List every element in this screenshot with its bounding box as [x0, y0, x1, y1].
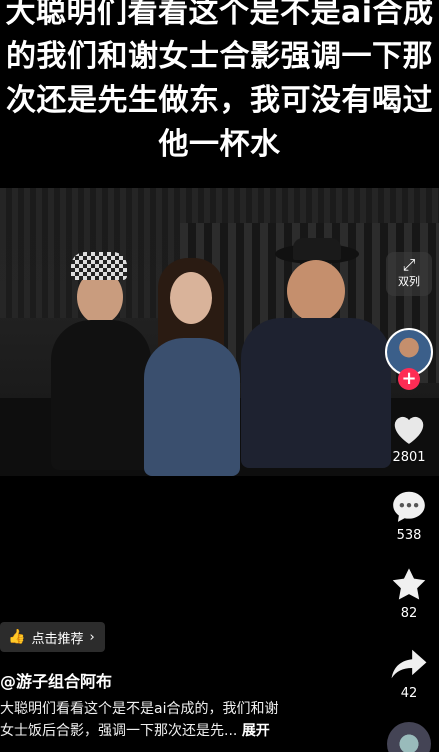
- caption-line-1: 大聪明们看看这个是不是ai合成: [5, 0, 434, 30]
- person-right: [235, 238, 395, 476]
- comment-icon: [393, 491, 425, 522]
- music-disc-icon: [387, 722, 431, 752]
- author-name[interactable]: @游子组合阿布: [0, 668, 112, 692]
- description-line-2: 女士饭后合影，强调一下那次还是先...: [0, 723, 238, 739]
- like-button[interactable]: 2801: [379, 410, 439, 465]
- person-left: [45, 248, 155, 476]
- author-avatar-button[interactable]: +: [379, 328, 439, 390]
- like-count: 2801: [392, 450, 426, 465]
- thumbs-up-icon: 👍: [8, 629, 26, 645]
- share-button[interactable]: 42: [379, 646, 439, 701]
- comment-button[interactable]: 538: [379, 488, 439, 543]
- favorite-button[interactable]: 82: [379, 566, 439, 621]
- expand-link[interactable]: 展开: [242, 723, 270, 739]
- heart-icon: [394, 416, 424, 444]
- person-middle: [140, 258, 245, 476]
- dual-column-button[interactable]: ⤢ 双列: [379, 252, 439, 296]
- share-arrow-icon: [391, 649, 427, 679]
- expand-arrows-icon: ⤢: [402, 255, 416, 274]
- music-disc[interactable]: [379, 722, 439, 752]
- video-caption-overlay: 大聪明们看看这个是不是ai合成 的我们和谢女士合影强调一下那 次还是先生做东，我…: [0, 0, 439, 164]
- caption-line-4: 他一杯水: [158, 127, 281, 162]
- video-description: 大聪明们看看这个是不是ai合成的，我们和谢 女士饭后合影，强调一下那次还是先..…: [0, 698, 340, 742]
- chevron-right-icon: ›: [89, 629, 95, 645]
- favorite-count: 82: [400, 606, 418, 621]
- star-icon: [392, 568, 426, 600]
- recommend-button[interactable]: 👍 点击推荐 ›: [0, 622, 105, 652]
- caption-line-2: 的我们和谢女士合影强调一下那: [6, 39, 433, 74]
- comment-count: 538: [396, 528, 422, 543]
- follow-plus-button[interactable]: +: [398, 368, 420, 390]
- caption-line-3: 次还是先生做东，我可没有喝过: [6, 83, 433, 118]
- recommend-label: 点击推荐: [31, 631, 84, 647]
- dual-column-label: 双列: [398, 275, 420, 288]
- video-frame-photo[interactable]: [0, 188, 439, 476]
- description-line-1: 大聪明们看看这个是不是ai合成的，我们和谢: [0, 701, 279, 717]
- share-count: 42: [400, 686, 418, 701]
